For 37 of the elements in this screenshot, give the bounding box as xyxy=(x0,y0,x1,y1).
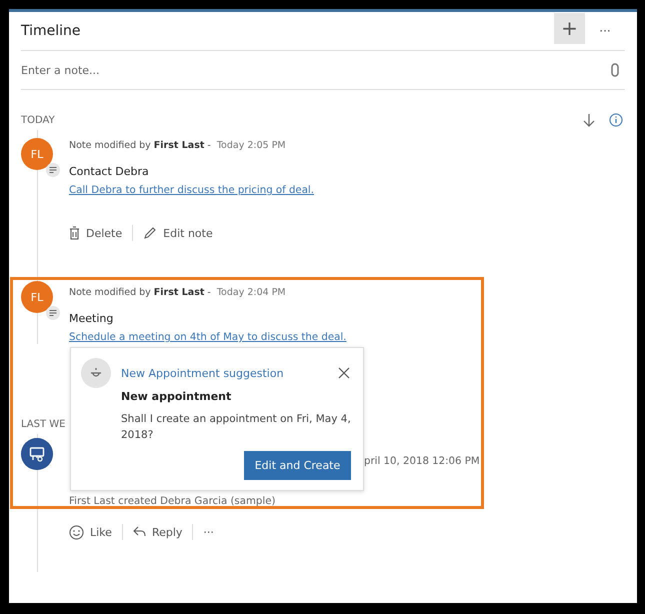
activity-time: pril 10, 2018 12:06 PM xyxy=(364,456,481,467)
more-button[interactable]: ··· xyxy=(203,526,224,538)
record-avatar-icon xyxy=(21,438,53,470)
group-label: LAST WE xyxy=(21,418,66,430)
note-author-line: Note modified by First Last - xyxy=(69,287,211,298)
paperclip-icon[interactable] xyxy=(611,63,619,77)
delete-button[interactable]: Delete xyxy=(69,226,132,240)
group-label: TODAY xyxy=(21,114,55,126)
note-time: Today 2:05 PM xyxy=(216,140,286,151)
note-title: Meeting xyxy=(69,312,114,325)
avatar: FL xyxy=(21,138,53,170)
note-badge-icon xyxy=(46,163,60,177)
pencil-icon xyxy=(143,226,158,240)
suggestion-title: New Appointment suggestion xyxy=(121,366,285,380)
close-button[interactable] xyxy=(337,366,351,380)
note-link[interactable]: Schedule a meeting on 4th of May to discuss the deal. xyxy=(69,332,346,343)
avatar: FL xyxy=(21,281,53,313)
more-button[interactable]: ··· xyxy=(585,24,625,38)
note-author-line: Note modified by First Last - xyxy=(69,140,211,151)
panel-title: Timeline xyxy=(21,23,82,39)
like-button[interactable]: Like xyxy=(69,524,122,540)
reply-icon xyxy=(132,526,146,538)
activity-text: First Last created Debra Garcia (sample) xyxy=(69,496,276,507)
note-badge-icon xyxy=(46,306,60,320)
edit-and-create-button[interactable]: Edit and Create xyxy=(244,451,351,480)
suggestion-heading: New appointment xyxy=(121,390,232,403)
note-time: Today 2:04 PM xyxy=(216,287,286,298)
suggestion-text: Shall I create an appointment on Fri, May 4, 2018? xyxy=(121,412,351,443)
reply-button[interactable]: Reply xyxy=(132,526,192,538)
note-title: Contact Debra xyxy=(69,165,150,178)
edit-button[interactable]: Edit note xyxy=(143,226,223,240)
note-link[interactable]: Call Debra to further discuss the pricing of deal. xyxy=(69,185,314,196)
info-icon[interactable] xyxy=(609,113,623,127)
trash-icon xyxy=(69,226,80,240)
down-arrow-icon[interactable] xyxy=(583,113,595,127)
smiley-icon xyxy=(69,524,84,540)
add-button[interactable]: + xyxy=(554,12,585,44)
